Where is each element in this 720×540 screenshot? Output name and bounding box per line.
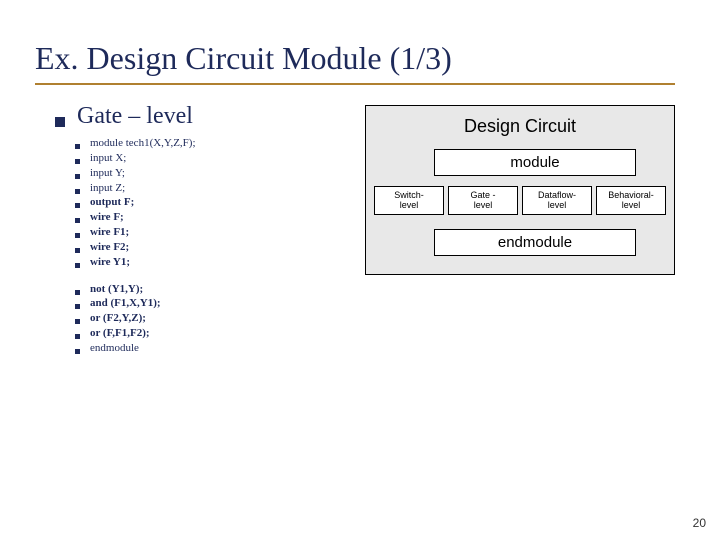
square-bullet-icon xyxy=(75,319,80,324)
module-box: module xyxy=(434,149,636,176)
code-text: wire F; xyxy=(90,210,124,225)
square-bullet-icon xyxy=(75,233,80,238)
square-bullet-icon xyxy=(75,334,80,339)
right-column: Design Circuit module Switch-levelGate -… xyxy=(365,103,675,356)
level-box: Gate -level xyxy=(448,186,518,215)
title-wrap: Ex. Design Circuit Module (1/3) xyxy=(35,40,685,77)
code-line: wire F; xyxy=(75,210,335,225)
code-block-2: not (Y1,Y);and (F1,X,Y1);or (F2,Y,Z);or … xyxy=(55,282,335,356)
square-bullet-icon xyxy=(75,263,80,268)
subheading-row: Gate – level xyxy=(55,103,335,130)
code-text: not (Y1,Y); xyxy=(90,282,143,297)
subheading: Gate – level xyxy=(77,103,193,130)
endmodule-box: endmodule xyxy=(434,229,636,256)
square-bullet-icon xyxy=(75,304,80,309)
code-text: wire F2; xyxy=(90,240,129,255)
left-column: Gate – level module tech1(X,Y,Z,F);input… xyxy=(35,103,335,356)
level-box: Switch-level xyxy=(374,186,444,215)
levels-row: Switch-levelGate -levelDataflow-levelBeh… xyxy=(374,186,666,215)
square-bullet-icon xyxy=(75,248,80,253)
diagram-title: Design Circuit xyxy=(374,116,666,137)
code-text: or (F,F1,F2); xyxy=(90,326,150,341)
code-line: not (Y1,Y); xyxy=(75,282,335,297)
code-text: or (F2,Y,Z); xyxy=(90,311,146,326)
square-bullet-icon xyxy=(75,203,80,208)
square-bullet-icon xyxy=(75,218,80,223)
square-bullet-icon xyxy=(75,144,80,149)
square-bullet-icon xyxy=(75,159,80,164)
code-line: module tech1(X,Y,Z,F); xyxy=(75,136,335,151)
diagram-box: Design Circuit module Switch-levelGate -… xyxy=(365,105,675,275)
square-bullet-icon xyxy=(75,174,80,179)
code-text: module tech1(X,Y,Z,F); xyxy=(90,136,196,151)
code-line: and (F1,X,Y1); xyxy=(75,296,335,311)
slide: Ex. Design Circuit Module (1/3) Gate – l… xyxy=(0,0,720,540)
square-bullet-icon xyxy=(75,189,80,194)
page-number: 20 xyxy=(693,516,706,530)
code-text: input Y; xyxy=(90,166,125,181)
code-line: input X; xyxy=(75,151,335,166)
level-box: Behavioral-level xyxy=(596,186,666,215)
code-text: endmodule xyxy=(90,341,139,356)
code-text: wire F1; xyxy=(90,225,129,240)
code-text: input X; xyxy=(90,151,126,166)
level-box: Dataflow-level xyxy=(522,186,592,215)
code-line: or (F,F1,F2); xyxy=(75,326,335,341)
square-bullet-icon xyxy=(75,290,80,295)
code-text: output F; xyxy=(90,195,134,210)
code-text: input Z; xyxy=(90,181,125,196)
code-line: wire Y1; xyxy=(75,255,335,270)
code-line: wire F2; xyxy=(75,240,335,255)
code-text: and (F1,X,Y1); xyxy=(90,296,161,311)
code-line: input Y; xyxy=(75,166,335,181)
code-line: endmodule xyxy=(75,341,335,356)
code-text: wire Y1; xyxy=(90,255,130,270)
code-line: wire F1; xyxy=(75,225,335,240)
code-line: output F; xyxy=(75,195,335,210)
square-bullet-icon xyxy=(75,349,80,354)
page-title: Ex. Design Circuit Module (1/3) xyxy=(35,40,685,77)
content: Gate – level module tech1(X,Y,Z,F);input… xyxy=(35,103,685,356)
code-line: input Z; xyxy=(75,181,335,196)
code-block-1: module tech1(X,Y,Z,F);input X;input Y;in… xyxy=(55,136,335,270)
square-bullet-icon xyxy=(55,117,65,127)
title-underline xyxy=(35,83,675,85)
code-line: or (F2,Y,Z); xyxy=(75,311,335,326)
